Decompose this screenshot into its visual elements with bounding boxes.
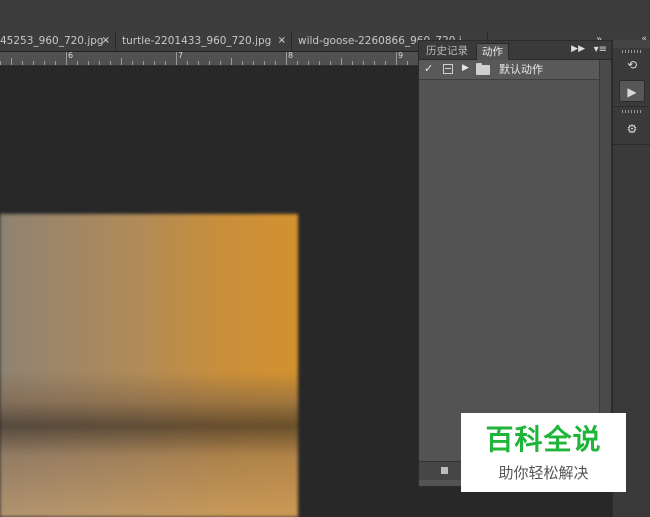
collapse-dock-icon[interactable]: « xyxy=(641,34,647,44)
horizontal-ruler: 6 7 8 9 xyxy=(0,52,418,66)
panel-tab-bar: 历史记录 动作 ▶▶ ▾≡ xyxy=(419,41,611,60)
panel-scrollbar[interactable] xyxy=(599,60,611,460)
dock-header: « xyxy=(613,34,650,48)
action-set-row[interactable]: ✓ ▶ 默认动作 xyxy=(419,60,599,80)
document-image[interactable] xyxy=(0,214,298,517)
toggle-check-icon[interactable]: ✓ xyxy=(424,62,433,75)
dialog-toggle-icon[interactable] xyxy=(443,64,453,74)
expand-triangle-icon[interactable]: ▶ xyxy=(462,63,469,73)
document-tab-label: turtle-2201433_960_720.jpg xyxy=(122,35,272,47)
ruler-label: 6 xyxy=(68,52,74,60)
double-chevron-right-icon[interactable]: ▶▶ xyxy=(571,44,585,54)
tab-history[interactable]: 历史记录 xyxy=(421,43,473,59)
ruler-label: 7 xyxy=(178,52,184,60)
document-tab-label: 45253_960_720.jpg xyxy=(0,35,104,47)
stop-recording-icon[interactable] xyxy=(441,467,448,474)
watermark: 百科全说 助你轻松解决 xyxy=(461,413,626,492)
close-icon[interactable]: × xyxy=(102,31,110,51)
ruler-label: 9 xyxy=(398,52,404,60)
document-tab-1[interactable]: 45253_960_720.jpg × xyxy=(0,31,116,51)
close-icon[interactable]: × xyxy=(278,31,286,51)
action-set-label: 默认动作 xyxy=(499,63,543,76)
panel-menu-icon[interactable]: ▾≡ xyxy=(594,44,607,55)
history-icon[interactable]: ⟲ xyxy=(619,54,645,76)
properties-icon[interactable]: ⚙ xyxy=(619,118,645,140)
dock-grip[interactable] xyxy=(622,50,642,53)
application-menu-bar xyxy=(0,0,650,31)
watermark-subtitle: 助你轻松解决 xyxy=(498,464,589,482)
dock-grip[interactable] xyxy=(622,110,642,113)
folder-icon xyxy=(476,63,490,75)
tab-actions[interactable]: 动作 xyxy=(476,43,509,60)
watermark-title: 百科全说 xyxy=(485,423,602,456)
actions-play-icon[interactable]: ▶ xyxy=(619,80,645,102)
ruler-label: 8 xyxy=(288,52,294,60)
document-tab-2[interactable]: turtle-2201433_960_720.jpg × xyxy=(116,31,292,51)
dock-separator xyxy=(613,144,650,145)
ruler-ticks xyxy=(0,52,408,65)
dock-separator xyxy=(613,106,650,107)
